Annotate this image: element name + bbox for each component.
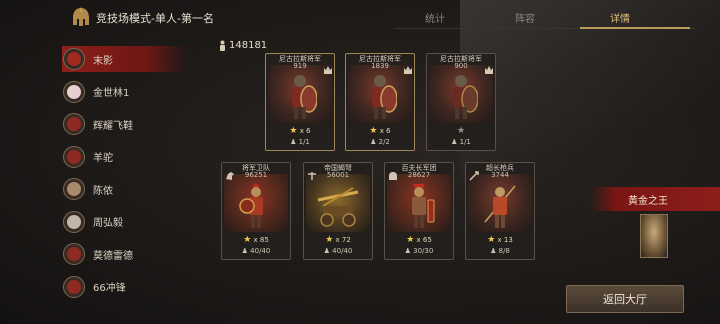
gold-king-portrait[interactable] xyxy=(640,214,668,258)
scorpion-ballista-icon xyxy=(317,187,359,227)
pikeman-figure-icon xyxy=(484,185,516,228)
avatar xyxy=(63,178,85,200)
unit-card[interactable]: 百夫长军团 28627 ★ x 65 ♟ 30/30 xyxy=(384,162,454,260)
player-name: 金世林1 xyxy=(93,88,130,99)
avatar xyxy=(63,210,85,233)
return-lobby-button[interactable]: 返回大厅 xyxy=(566,285,684,313)
page-title: 竞技场模式-单人-第一名 xyxy=(96,12,214,25)
unit-count: 1/1 xyxy=(459,138,471,146)
unit-card[interactable]: 将军卫队 96251 ★ x 85 ♟ 40/40 xyxy=(221,162,291,260)
unit-count: 2/2 xyxy=(378,138,390,146)
player-name: 66冲锋 xyxy=(93,283,126,294)
avatar xyxy=(63,275,85,298)
avatar xyxy=(63,145,85,168)
unit-count: 40/40 xyxy=(332,247,353,255)
player-list: 末影 金世林1 辉耀飞鞋 羊驼 陈侬 周弘毅 莫德雷德 66冲锋 xyxy=(62,46,192,306)
player-item[interactable]: 辉耀飞鞋 xyxy=(62,111,192,137)
warrior-figure-icon xyxy=(292,75,317,119)
star-count: x 6 xyxy=(379,127,391,135)
gold-king-label: 黄金之王 xyxy=(628,196,668,207)
unit-count: 8/8 xyxy=(498,247,510,255)
unit-power: 3744 xyxy=(491,171,509,179)
soldier-icon: ♟ xyxy=(404,247,411,255)
player-item[interactable]: 陈侬 xyxy=(62,176,192,202)
player-item[interactable]: 金世林1 xyxy=(62,79,192,105)
warrior-figure-icon xyxy=(453,75,478,119)
commander-card[interactable]: 尼古拉斯将军 900 ★ ♟ 1/1 xyxy=(426,53,496,151)
star-icon: ★ xyxy=(406,235,415,245)
player-item[interactable]: 莫德雷德 xyxy=(62,241,192,267)
unit-card[interactable]: 超长枪兵 3744 ★ x 13 ♟ 8/8 xyxy=(465,162,535,260)
unit-card[interactable]: 帝国蝎弩 56001 ★ x 72 ♟ 40/40 xyxy=(303,162,373,260)
soldier-icon: ♟ xyxy=(451,138,458,146)
tab-details[interactable]: 详情 xyxy=(590,10,650,25)
soldier-icon: ♟ xyxy=(490,247,497,255)
soldier-icon: ♟ xyxy=(370,138,377,146)
unit-count: 1/1 xyxy=(298,138,310,146)
centurion-figure-icon xyxy=(412,184,435,228)
star-icon: ★ xyxy=(289,126,298,136)
tab-active-indicator xyxy=(580,27,690,29)
player-name: 莫德雷德 xyxy=(93,250,133,262)
header: 竞技场模式-单人-第一名 统计 阵容 详情 xyxy=(0,0,720,32)
player-item[interactable]: 末影 xyxy=(62,46,192,72)
unit-power: 56001 xyxy=(326,171,350,179)
star-count: x 13 xyxy=(497,236,513,244)
crown-badge-icon xyxy=(404,66,412,74)
avatar xyxy=(63,48,85,70)
soldier-icon: ♟ xyxy=(290,138,297,146)
legionary-figure-icon xyxy=(239,183,263,228)
star-icon: ★ xyxy=(325,235,334,245)
commander-card[interactable]: 尼古拉斯将军 1839 ★ x 6 ♟ 2/2 xyxy=(345,53,415,151)
player-name: 陈侬 xyxy=(93,185,113,197)
player-item[interactable]: 66冲锋 xyxy=(62,274,192,300)
star-count: x 6 xyxy=(299,127,311,135)
troop-total: 148181 xyxy=(218,40,267,51)
crown-badge-icon xyxy=(324,66,332,74)
avatar xyxy=(63,113,85,135)
commander-card[interactable]: 尼古拉斯将军 919 ★ x 6 ♟ 1/1 xyxy=(265,53,335,151)
spartan-helmet-icon xyxy=(73,6,89,26)
player-item[interactable]: 周弘毅 xyxy=(62,209,192,235)
player-item[interactable]: 羊驼 xyxy=(62,144,192,170)
unit-count: 40/40 xyxy=(250,247,271,255)
soldier-icon: ♟ xyxy=(323,247,330,255)
unit-count: 30/30 xyxy=(413,247,434,255)
avatar xyxy=(63,243,85,265)
star-count: x 65 xyxy=(416,236,432,244)
player-name: 羊驼 xyxy=(93,153,113,164)
tab-lineup[interactable]: 阵容 xyxy=(495,10,555,25)
star-icon: ★ xyxy=(369,126,378,136)
player-name: 辉耀飞鞋 xyxy=(93,120,133,132)
crown-badge-icon xyxy=(485,66,493,74)
star-icon: ★ xyxy=(487,235,496,245)
star-icon: ★ xyxy=(243,235,252,245)
troop-total-value: 148181 xyxy=(229,40,268,51)
star-count: x 72 xyxy=(335,236,351,244)
player-name: 末影 xyxy=(93,55,113,67)
tab-stats[interactable]: 统计 xyxy=(405,10,465,25)
troop-icon xyxy=(220,40,225,51)
unit-power: 28627 xyxy=(407,171,431,179)
star-icon: ★ xyxy=(456,126,466,136)
star-count: x 85 xyxy=(253,236,269,244)
player-name: 周弘毅 xyxy=(93,218,123,229)
warrior-figure-icon xyxy=(372,75,397,119)
unit-power: 96251 xyxy=(244,171,268,179)
avatar xyxy=(63,80,85,103)
soldier-icon: ♟ xyxy=(241,247,248,255)
